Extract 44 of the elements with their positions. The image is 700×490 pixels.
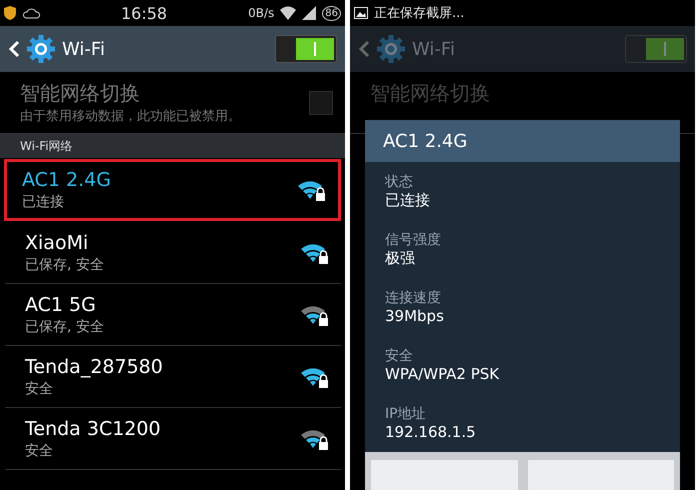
network-status: 安全	[25, 380, 54, 398]
network-row[interactable]: AC1 2.4G 已连接	[4, 159, 341, 221]
network-row[interactable]: XiaoMi 已保存, 安全	[5, 222, 341, 284]
field-value: 已连接	[385, 190, 431, 210]
wifi-icon	[280, 6, 296, 20]
wifi-switch[interactable]	[275, 35, 337, 63]
battery-level: 86	[322, 6, 341, 20]
network-name: AC1 2.4G	[22, 169, 112, 191]
field-value: 极强	[385, 248, 416, 268]
field-value: WPA/WPA2 PSK	[385, 365, 500, 384]
status-time: 16:58	[120, 4, 168, 22]
network-status: 已连接	[22, 193, 65, 211]
setting-title: 智能网络切换	[370, 80, 491, 107]
network-status: 已保存, 安全	[25, 318, 105, 336]
setting-description: 由于禁用移动数据，此功能已被禁用。	[20, 108, 242, 125]
settings-icon	[376, 34, 406, 64]
field-label: IP地址	[385, 405, 427, 423]
network-row[interactable]: Tenda_287580 安全	[5, 346, 341, 408]
network-row[interactable]: AC1 5G 已保存, 安全	[5, 284, 341, 346]
field-label: 安全	[385, 347, 414, 366]
screen-title: Wi-Fi	[62, 38, 105, 60]
network-status: 已保存, 安全	[25, 256, 105, 274]
signal-icon	[302, 6, 316, 20]
network-name: AC1 5G	[25, 294, 97, 316]
field-label: 信号强度	[385, 230, 442, 249]
field-label: 连接速度	[385, 289, 442, 308]
dialog-title: AC1 2.4G	[365, 120, 680, 162]
settings-icon	[26, 34, 56, 64]
shield-icon	[4, 6, 16, 20]
cloud-icon	[22, 7, 40, 19]
network-name: XiaoMi	[25, 232, 90, 254]
network-status: 安全	[25, 442, 54, 460]
image-icon	[354, 7, 368, 19]
field-value: 192.168.1.5	[385, 423, 477, 441]
notification-text: 正在保存截屏...	[374, 5, 464, 22]
section-header: Wi-Fi网络	[0, 134, 345, 158]
network-row[interactable]: Tenda 3C1200 安全	[5, 408, 341, 470]
field-value: 39Mbps	[385, 307, 445, 326]
network-speed: 0B/s	[248, 6, 274, 20]
field-label: 状态	[385, 172, 414, 191]
screen-title: Wi-Fi	[412, 38, 455, 60]
network-name: Tenda 3C1200	[25, 418, 162, 440]
network-name: Tenda_287580	[25, 356, 164, 378]
setting-title: 智能网络切换	[20, 80, 141, 107]
